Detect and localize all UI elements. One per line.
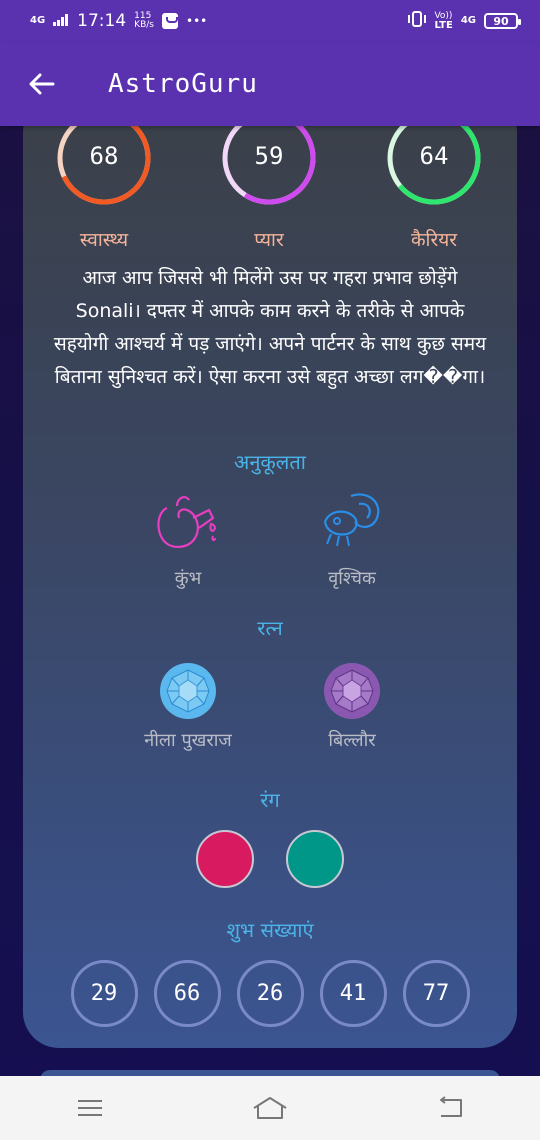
back-icon[interactable] xyxy=(420,1088,480,1128)
color-swatch[interactable] xyxy=(286,830,344,888)
network-right: 4G xyxy=(460,15,476,26)
blue-topaz-icon xyxy=(160,663,216,719)
compatibility-item[interactable]: कुंभ xyxy=(128,488,248,590)
lte-label: LTE xyxy=(434,19,453,31)
health-score: 68 xyxy=(89,142,119,170)
score-love: 59 प्यार xyxy=(219,114,319,252)
compatibility-item[interactable]: वृश्चिक xyxy=(292,488,412,590)
clock: 17:14 xyxy=(77,11,127,31)
status-bar: 4G 17:14 115 KB/s ••• Vo)) LTE 4G 90 xyxy=(0,0,540,42)
app-title: AstroGuru xyxy=(108,69,258,99)
lucky-number: 29 xyxy=(70,960,138,1027)
signal-icon xyxy=(53,11,69,31)
vibrate-icon xyxy=(408,10,427,32)
amethyst-icon xyxy=(324,663,380,719)
lucky-number: 66 xyxy=(153,960,221,1027)
home-icon[interactable] xyxy=(240,1088,300,1128)
career-score: 64 xyxy=(419,142,449,170)
colors-list xyxy=(23,830,517,888)
aquarius-icon xyxy=(157,496,217,548)
score-career: 64 कैरियर xyxy=(384,114,484,252)
gem-item[interactable]: नीला पुखराज xyxy=(128,662,248,752)
compatibility-label: कुंभ xyxy=(174,568,202,589)
network-indicator: 4G xyxy=(30,15,46,26)
system-nav-bar xyxy=(0,1076,540,1140)
compatibility-label: वृश्चिक xyxy=(328,568,376,589)
gem-label: बिल्लौर xyxy=(328,730,376,751)
gem-item[interactable]: बिल्लौर xyxy=(292,662,412,752)
score-health: 68 स्वास्थ्य xyxy=(54,114,154,252)
career-label: कैरियर xyxy=(410,229,458,251)
arrow-left-icon[interactable] xyxy=(28,70,56,98)
lucky-numbers-list: 29 66 26 41 77 xyxy=(23,960,517,1027)
horoscope-card: 68 स्वास्थ्य 59 प्यार 64 कैरियर आज आप जि… xyxy=(23,96,517,1048)
color-swatch[interactable] xyxy=(196,830,254,888)
health-label: स्वास्थ्य xyxy=(79,229,129,251)
gem-label: नीला पुखराज xyxy=(144,730,232,751)
love-label: प्यार xyxy=(254,229,284,251)
horoscope-description: आज आप जिससे भी मिलेंगे उस पर गहरा प्रभाव… xyxy=(53,267,487,388)
compatibility-list: कुंभ वृश्चिक xyxy=(23,488,517,590)
lucky-number: 77 xyxy=(402,960,470,1027)
score-rings: 68 स्वास्थ्य 59 प्यार 64 कैरियर xyxy=(23,114,517,251)
compatibility-title: अनुकूलता xyxy=(234,450,306,474)
app-bar: AstroGuru xyxy=(0,42,540,126)
lucky-number: 26 xyxy=(236,960,304,1027)
shopping-bag-icon xyxy=(161,13,178,29)
lucky-number: 41 xyxy=(319,960,387,1027)
colors-title: रंग xyxy=(260,788,280,812)
lucky-numbers-title: शुभ संख्याएं xyxy=(226,918,314,942)
scorpio-icon xyxy=(323,493,380,547)
battery-icon: 90 xyxy=(484,13,521,29)
gems-list: नीला पुखराज बिल्लौर xyxy=(23,662,517,752)
love-score: 59 xyxy=(254,142,284,170)
gems-title: रत्न xyxy=(257,616,283,640)
menu-icon[interactable] xyxy=(60,1088,120,1128)
speed-unit: KB/s xyxy=(134,20,154,30)
more-dots: ••• xyxy=(185,14,208,28)
